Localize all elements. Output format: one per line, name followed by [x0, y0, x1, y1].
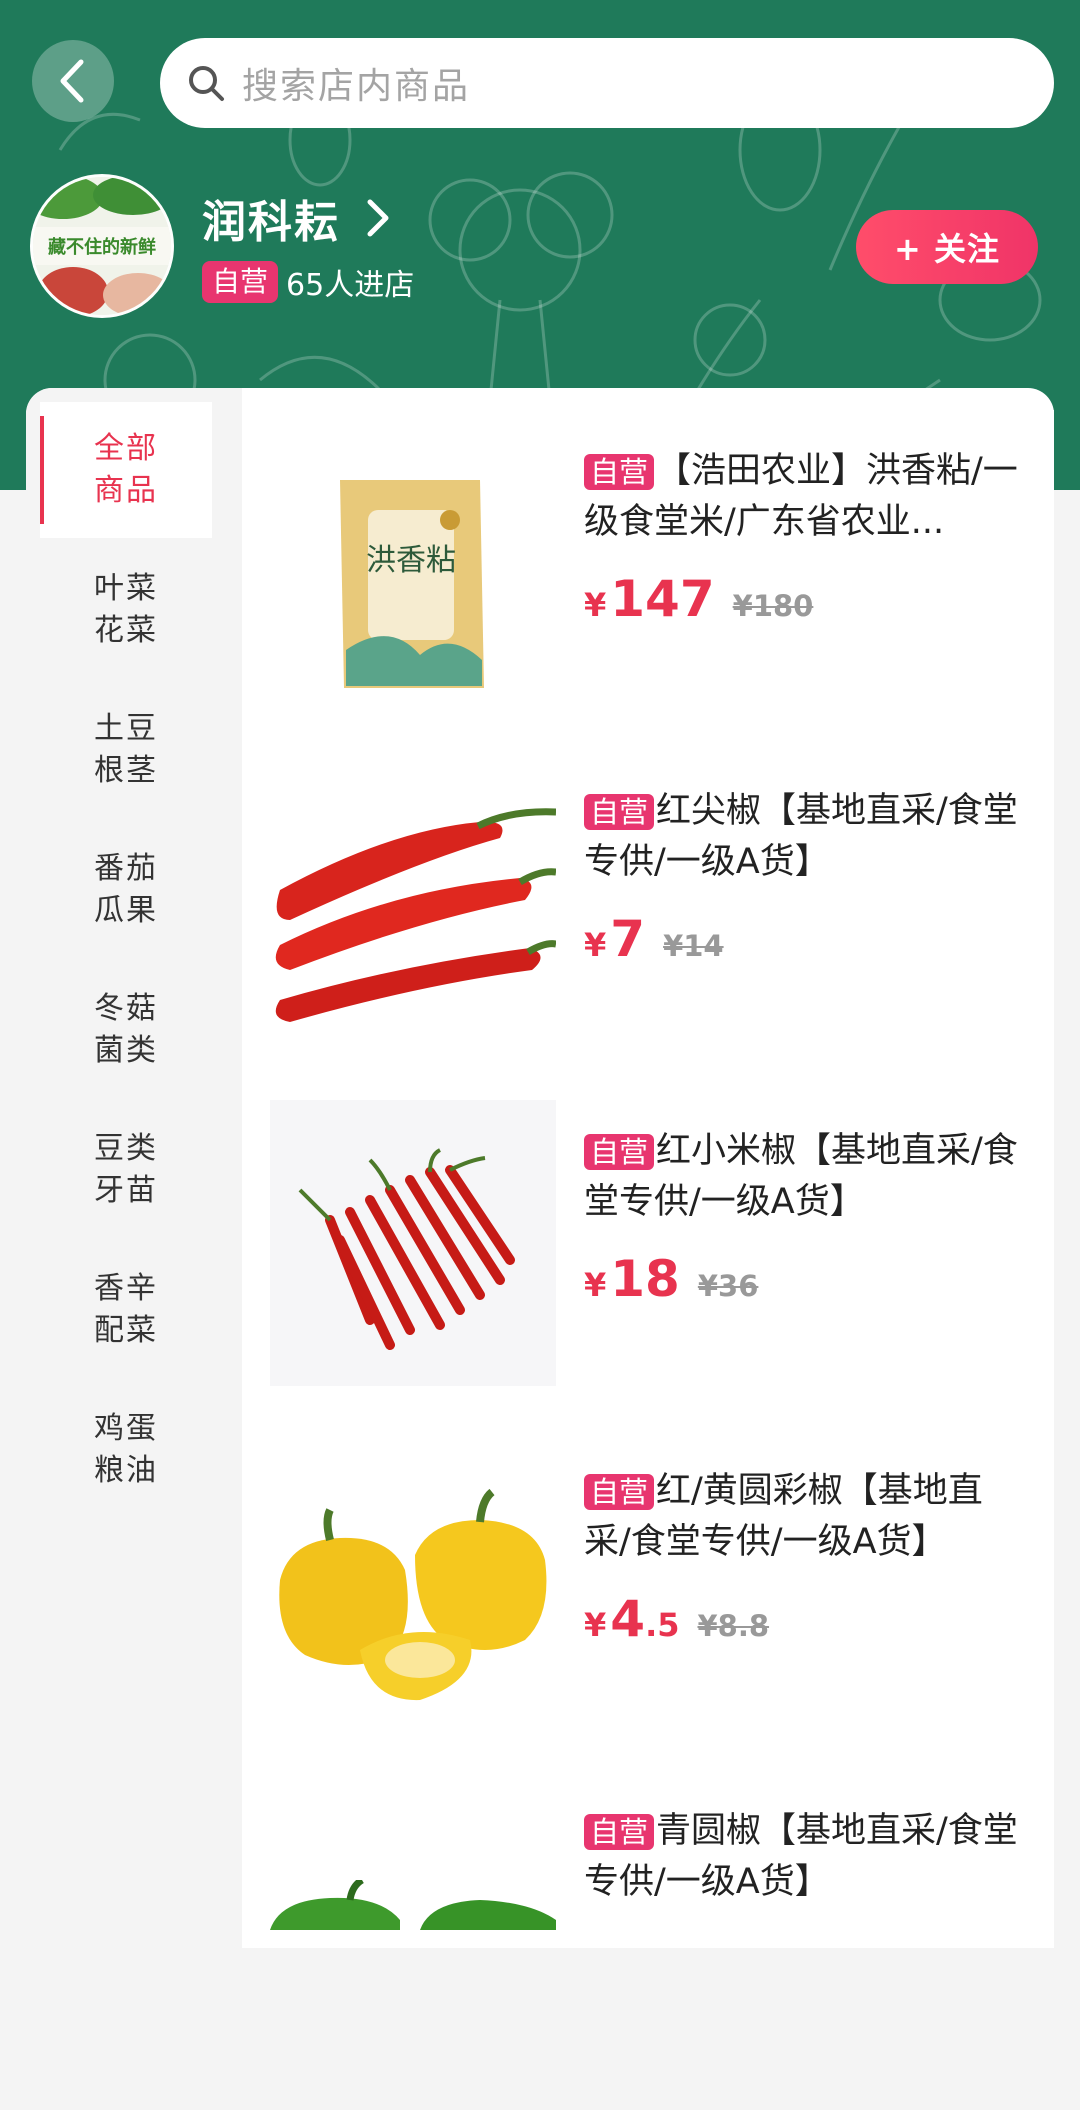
category-label: 土豆根茎 [94, 711, 158, 788]
price-value: 147 [610, 570, 715, 628]
search-placeholder: 搜索店内商品 [242, 66, 471, 107]
price-value: 7 [610, 910, 646, 968]
currency: ¥ [584, 1606, 607, 1644]
product-list: 洪香粘 自营 【浩田农业】洪香粘/一级食堂米/广东省农业... ¥147 ¥180 … [242, 410, 1054, 1930]
self-operated-tag: 自营 [584, 1814, 655, 1850]
self-operated-tag: 自营 [584, 1474, 655, 1510]
product-item[interactable]: 洪香粘 自营 【浩田农业】洪香粘/一级食堂米/广东省农业... ¥147 ¥180 [242, 410, 1054, 750]
back-button[interactable] [32, 40, 114, 122]
product-price: ¥4.5 ¥8.8 [584, 1590, 769, 1648]
product-item[interactable]: 自营 红/黄圆彩椒【基地直采/食堂专供/一级A货】 ¥4.5 ¥8.8 [242, 1430, 1054, 1770]
product-item[interactable]: 自营 红尖椒【基地直采/食堂专供/一级A货】 ¥7 ¥14 [242, 750, 1054, 1090]
original-price: ¥180 [732, 589, 814, 623]
currency: ¥ [584, 586, 607, 624]
product-price: ¥147 ¥180 [584, 570, 813, 628]
product-image-red-pepper [270, 760, 556, 1046]
search-icon [184, 61, 228, 105]
category-spices[interactable]: 香辛配菜 [40, 1242, 212, 1378]
category-label: 全部商品 [94, 431, 158, 508]
product-title: 自营 红小米椒【基地直采/食堂专供/一级A货】 [584, 1126, 1024, 1226]
product-title: 自营 红/黄圆彩椒【基地直采/食堂专供/一级A货】 [584, 1466, 1024, 1566]
shop-name-link[interactable]: 润科耘 [202, 186, 398, 250]
product-image-green-bell-pepper [270, 1880, 556, 1930]
currency: ¥ [584, 926, 607, 964]
follow-button[interactable]: + 关注 [856, 210, 1038, 284]
category-label: 香辛配菜 [94, 1271, 158, 1348]
category-label: 叶菜花菜 [94, 571, 158, 648]
self-operated-badge: 自营 [202, 261, 279, 303]
original-price: ¥14 [663, 929, 724, 963]
price-decimal: .5 [645, 1606, 680, 1644]
product-title: 自营 青圆椒【基地直采/食堂专供/一级A货】 [584, 1806, 1024, 1906]
self-operated-tag: 自营 [584, 454, 655, 490]
shop-avatar[interactable]: 藏不住的新鲜 [30, 174, 174, 318]
visitor-count: 65人进店 [286, 268, 415, 303]
product-item[interactable]: 自营 青圆椒【基地直采/食堂专供/一级A货】 [242, 1770, 1054, 2110]
original-price: ¥8.8 [697, 1609, 770, 1643]
self-operated-tag: 自营 [584, 794, 655, 830]
shop-logo-image: 藏不住的新鲜 [33, 177, 171, 315]
original-price: ¥36 [697, 1269, 759, 1303]
category-eggs-grain[interactable]: 鸡蛋粮油 [40, 1382, 212, 1518]
category-sidebar: 全部商品 叶菜花菜 土豆根茎 番茄瓜果 冬菇菌类 豆类牙苗 香辛配菜 鸡蛋粮油 [26, 388, 242, 1948]
category-all[interactable]: 全部商品 [40, 402, 212, 538]
product-price: ¥7 ¥14 [584, 910, 724, 968]
price-value: 4 [610, 1590, 646, 1648]
price-value: 18 [610, 1250, 680, 1308]
product-image-red-chili [270, 1100, 556, 1386]
category-sprouts[interactable]: 豆类牙苗 [40, 1102, 212, 1238]
category-label: 豆类牙苗 [94, 1131, 158, 1208]
svg-text:藏不住的新鲜: 藏不住的新鲜 [48, 236, 156, 258]
product-image-rice: 洪香粘 [270, 420, 556, 706]
search-input[interactable]: 搜索店内商品 [160, 38, 1054, 128]
category-roots[interactable]: 土豆根茎 [40, 682, 212, 818]
shop-meta: 自营 65人进店 [202, 260, 414, 304]
chevron-left-icon [60, 59, 84, 103]
category-label: 冬菇菌类 [94, 991, 158, 1068]
svg-text:洪香粘: 洪香粘 [366, 543, 456, 578]
product-image-yellow-bell-pepper [270, 1440, 556, 1726]
product-price: ¥18 ¥36 [584, 1250, 758, 1308]
category-label: 番茄瓜果 [94, 851, 158, 928]
category-mushrooms[interactable]: 冬菇菌类 [40, 962, 212, 1098]
category-leafy[interactable]: 叶菜花菜 [40, 542, 212, 678]
product-title: 自营 【浩田农业】洪香粘/一级食堂米/广东省农业... [584, 446, 1024, 546]
self-operated-tag: 自营 [584, 1134, 655, 1170]
shop-name: 润科耘 [202, 197, 340, 248]
product-item[interactable]: 自营 红小米椒【基地直采/食堂专供/一级A货】 ¥18 ¥36 [242, 1090, 1054, 1430]
category-fruits[interactable]: 番茄瓜果 [40, 822, 212, 958]
category-label: 鸡蛋粮油 [94, 1411, 158, 1488]
product-title: 自营 红尖椒【基地直采/食堂专供/一级A货】 [584, 786, 1024, 886]
currency: ¥ [584, 1266, 607, 1304]
chevron-right-icon [367, 199, 389, 237]
